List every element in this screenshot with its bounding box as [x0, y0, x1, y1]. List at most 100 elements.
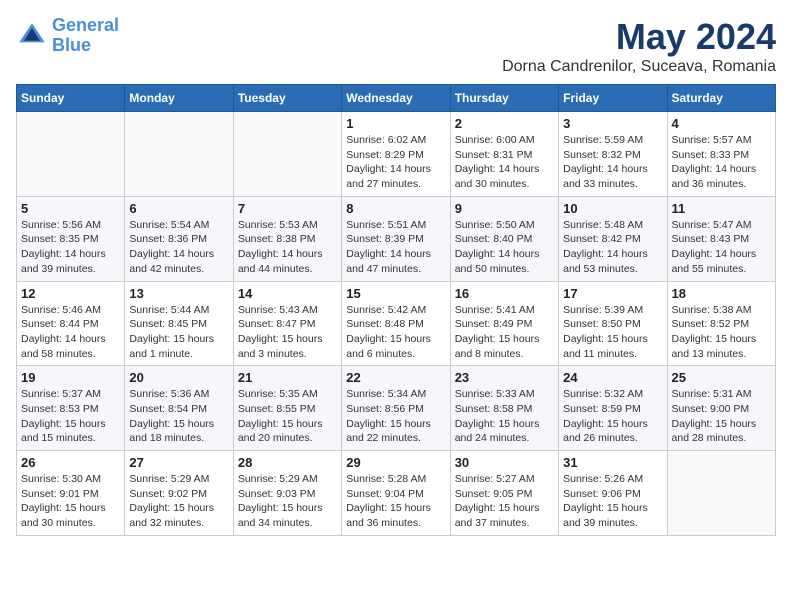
day-number: 12 [21, 286, 120, 301]
day-number: 6 [129, 201, 228, 216]
calendar-week-row: 12 Sunrise: 5:46 AM Sunset: 8:44 PM Dayli… [17, 281, 776, 366]
day-info: Sunrise: 5:47 AM Sunset: 8:43 PM Dayligh… [672, 218, 771, 277]
calendar-cell: 11 Sunrise: 5:47 AM Sunset: 8:43 PM Dayli… [667, 196, 775, 281]
weekday-header-row: SundayMondayTuesdayWednesdayThursdayFrid… [17, 85, 776, 112]
day-info: Sunrise: 5:29 AM Sunset: 9:02 PM Dayligh… [129, 472, 228, 531]
page-header: General Blue May 2024 Dorna Candrenilor,… [16, 16, 776, 76]
calendar-cell: 4 Sunrise: 5:57 AM Sunset: 8:33 PM Daylig… [667, 112, 775, 197]
calendar: SundayMondayTuesdayWednesdayThursdayFrid… [16, 84, 776, 536]
calendar-body: 1 Sunrise: 6:02 AM Sunset: 8:29 PM Daylig… [17, 112, 776, 536]
weekday-header: Tuesday [233, 85, 341, 112]
calendar-cell: 1 Sunrise: 6:02 AM Sunset: 8:29 PM Daylig… [342, 112, 450, 197]
calendar-cell: 19Sunrise: 5:37 AM Sunset: 8:53 PM Dayli… [17, 366, 125, 451]
day-number: 8 [346, 201, 445, 216]
logo-blue: Blue [52, 35, 91, 55]
calendar-cell: 5Sunrise: 5:56 AM Sunset: 8:35 PM Daylig… [17, 196, 125, 281]
calendar-cell: 22 Sunrise: 5:34 AM Sunset: 8:56 PM Dayli… [342, 366, 450, 451]
calendar-cell [125, 112, 233, 197]
subtitle: Dorna Candrenilor, Suceava, Romania [502, 58, 776, 76]
day-info: Sunrise: 5:53 AM Sunset: 8:38 PM Dayligh… [238, 218, 337, 277]
calendar-week-row: 1 Sunrise: 6:02 AM Sunset: 8:29 PM Daylig… [17, 112, 776, 197]
day-number: 1 [346, 116, 445, 131]
calendar-cell [667, 451, 775, 536]
weekday-header: Monday [125, 85, 233, 112]
calendar-cell: 23Sunrise: 5:33 AM Sunset: 8:58 PM Dayli… [450, 366, 558, 451]
day-number: 4 [672, 116, 771, 131]
title-block: May 2024 Dorna Candrenilor, Suceava, Rom… [502, 16, 776, 76]
day-number: 29 [346, 455, 445, 470]
day-info: Sunrise: 5:30 AM Sunset: 9:01 PM Dayligh… [21, 472, 120, 531]
day-number: 14 [238, 286, 337, 301]
logo-icon [16, 20, 48, 52]
day-number: 31 [563, 455, 662, 470]
day-number: 11 [672, 201, 771, 216]
day-info: Sunrise: 5:36 AM Sunset: 8:54 PM Dayligh… [129, 387, 228, 446]
day-info: Sunrise: 5:57 AM Sunset: 8:33 PM Dayligh… [672, 133, 771, 192]
day-number: 9 [455, 201, 554, 216]
day-info: Sunrise: 5:32 AM Sunset: 8:59 PM Dayligh… [563, 387, 662, 446]
day-info: Sunrise: 5:50 AM Sunset: 8:40 PM Dayligh… [455, 218, 554, 277]
day-number: 15 [346, 286, 445, 301]
day-number: 27 [129, 455, 228, 470]
calendar-cell: 13 Sunrise: 5:44 AM Sunset: 8:45 PM Dayli… [125, 281, 233, 366]
day-number: 17 [563, 286, 662, 301]
day-info: Sunrise: 5:33 AM Sunset: 8:58 PM Dayligh… [455, 387, 554, 446]
day-info: Sunrise: 5:46 AM Sunset: 8:44 PM Dayligh… [21, 303, 120, 362]
weekday-header: Thursday [450, 85, 558, 112]
day-info: Sunrise: 5:41 AM Sunset: 8:49 PM Dayligh… [455, 303, 554, 362]
day-info: Sunrise: 5:27 AM Sunset: 9:05 PM Dayligh… [455, 472, 554, 531]
day-number: 26 [21, 455, 120, 470]
day-info: Sunrise: 5:48 AM Sunset: 8:42 PM Dayligh… [563, 218, 662, 277]
day-number: 19 [21, 370, 120, 385]
day-number: 7 [238, 201, 337, 216]
day-info: Sunrise: 5:31 AM Sunset: 9:00 PM Dayligh… [672, 387, 771, 446]
day-info: Sunrise: 5:28 AM Sunset: 9:04 PM Dayligh… [346, 472, 445, 531]
day-info: Sunrise: 5:39 AM Sunset: 8:50 PM Dayligh… [563, 303, 662, 362]
day-number: 16 [455, 286, 554, 301]
calendar-cell: 31 Sunrise: 5:26 AM Sunset: 9:06 PM Dayli… [559, 451, 667, 536]
calendar-cell: 9 Sunrise: 5:50 AM Sunset: 8:40 PM Daylig… [450, 196, 558, 281]
day-info: Sunrise: 6:02 AM Sunset: 8:29 PM Dayligh… [346, 133, 445, 192]
weekday-header: Friday [559, 85, 667, 112]
calendar-week-row: 5Sunrise: 5:56 AM Sunset: 8:35 PM Daylig… [17, 196, 776, 281]
logo-general: General [52, 15, 119, 35]
day-number: 2 [455, 116, 554, 131]
calendar-cell: 7 Sunrise: 5:53 AM Sunset: 8:38 PM Daylig… [233, 196, 341, 281]
calendar-cell: 2Sunrise: 6:00 AM Sunset: 8:31 PM Daylig… [450, 112, 558, 197]
day-number: 25 [672, 370, 771, 385]
calendar-header: SundayMondayTuesdayWednesdayThursdayFrid… [17, 85, 776, 112]
day-number: 22 [346, 370, 445, 385]
day-info: Sunrise: 5:59 AM Sunset: 8:32 PM Dayligh… [563, 133, 662, 192]
calendar-cell: 18Sunrise: 5:38 AM Sunset: 8:52 PM Dayli… [667, 281, 775, 366]
calendar-cell: 24Sunrise: 5:32 AM Sunset: 8:59 PM Dayli… [559, 366, 667, 451]
calendar-cell: 30 Sunrise: 5:27 AM Sunset: 9:05 PM Dayli… [450, 451, 558, 536]
calendar-cell [17, 112, 125, 197]
day-info: Sunrise: 5:26 AM Sunset: 9:06 PM Dayligh… [563, 472, 662, 531]
calendar-week-row: 19Sunrise: 5:37 AM Sunset: 8:53 PM Dayli… [17, 366, 776, 451]
calendar-cell [233, 112, 341, 197]
calendar-cell: 3 Sunrise: 5:59 AM Sunset: 8:32 PM Daylig… [559, 112, 667, 197]
day-number: 3 [563, 116, 662, 131]
day-info: Sunrise: 5:44 AM Sunset: 8:45 PM Dayligh… [129, 303, 228, 362]
weekday-header: Wednesday [342, 85, 450, 112]
calendar-cell: 29 Sunrise: 5:28 AM Sunset: 9:04 PM Dayli… [342, 451, 450, 536]
weekday-header: Sunday [17, 85, 125, 112]
day-info: Sunrise: 5:54 AM Sunset: 8:36 PM Dayligh… [129, 218, 228, 277]
calendar-cell: 10Sunrise: 5:48 AM Sunset: 8:42 PM Dayli… [559, 196, 667, 281]
calendar-cell: 6 Sunrise: 5:54 AM Sunset: 8:36 PM Daylig… [125, 196, 233, 281]
day-info: Sunrise: 5:34 AM Sunset: 8:56 PM Dayligh… [346, 387, 445, 446]
day-info: Sunrise: 5:43 AM Sunset: 8:47 PM Dayligh… [238, 303, 337, 362]
calendar-week-row: 26 Sunrise: 5:30 AM Sunset: 9:01 PM Dayli… [17, 451, 776, 536]
calendar-cell: 15Sunrise: 5:42 AM Sunset: 8:48 PM Dayli… [342, 281, 450, 366]
day-number: 20 [129, 370, 228, 385]
day-info: Sunrise: 5:56 AM Sunset: 8:35 PM Dayligh… [21, 218, 120, 277]
logo-text: General Blue [52, 16, 119, 56]
calendar-cell: 12 Sunrise: 5:46 AM Sunset: 8:44 PM Dayli… [17, 281, 125, 366]
calendar-cell: 25 Sunrise: 5:31 AM Sunset: 9:00 PM Dayli… [667, 366, 775, 451]
day-number: 13 [129, 286, 228, 301]
calendar-cell: 28Sunrise: 5:29 AM Sunset: 9:03 PM Dayli… [233, 451, 341, 536]
logo: General Blue [16, 16, 119, 56]
day-number: 30 [455, 455, 554, 470]
day-info: Sunrise: 5:38 AM Sunset: 8:52 PM Dayligh… [672, 303, 771, 362]
calendar-cell: 27 Sunrise: 5:29 AM Sunset: 9:02 PM Dayli… [125, 451, 233, 536]
